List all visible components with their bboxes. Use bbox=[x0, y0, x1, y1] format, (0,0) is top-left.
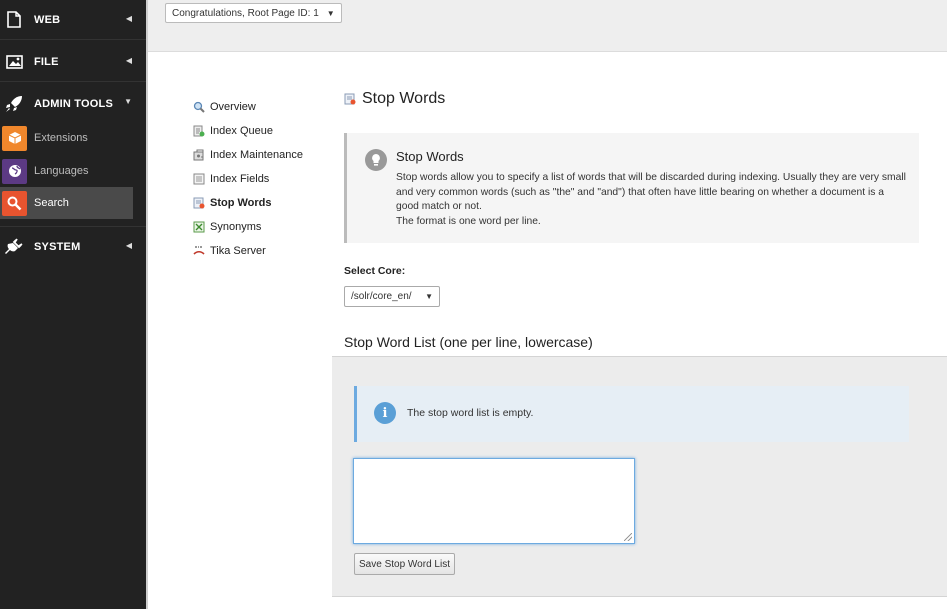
module-group-label: SYSTEM bbox=[34, 241, 80, 253]
resize-handle-icon[interactable] bbox=[624, 533, 632, 541]
subnav-item-overview[interactable]: Overview bbox=[193, 95, 303, 119]
subnav-item-tika-server[interactable]: Tika Server bbox=[193, 239, 303, 263]
empty-list-notice-text: The stop word list is empty. bbox=[407, 407, 533, 419]
module-label: Extensions bbox=[34, 132, 88, 144]
subnav-item-index-maintenance[interactable]: Index Maintenance bbox=[193, 143, 303, 167]
subnav-item-stop-words[interactable]: Stop Words bbox=[193, 191, 303, 215]
module-group-system[interactable]: SYSTEM ◀ bbox=[0, 226, 146, 266]
page-selector-value: Congratulations, Root Page ID: 1 bbox=[172, 8, 319, 19]
save-stop-word-list-button[interactable]: Save Stop Word List bbox=[354, 553, 455, 575]
stopwords-icon bbox=[193, 197, 205, 209]
empty-list-notice: i The stop word list is empty. bbox=[354, 386, 909, 442]
module-label: Languages bbox=[34, 165, 88, 177]
globe-icon bbox=[2, 159, 27, 184]
docheader: Congratulations, Root Page ID: 1 ▼ bbox=[148, 0, 947, 52]
select-core-label: Select Core: bbox=[344, 265, 405, 277]
info-icon: i bbox=[374, 402, 396, 424]
module-group-label: FILE bbox=[34, 56, 59, 68]
chevron-down-icon: ▼ bbox=[327, 9, 335, 18]
image-icon bbox=[5, 53, 23, 71]
info-callout-paragraph: The format is one word per line. bbox=[396, 215, 908, 230]
stop-word-list-heading: Stop Word List (one per line, lowercase) bbox=[344, 334, 593, 350]
subnav-item-index-queue[interactable]: Index Queue bbox=[193, 119, 303, 143]
module-languages[interactable]: Languages bbox=[0, 155, 133, 187]
info-callout-text: Stop words allow you to specify a list o… bbox=[396, 171, 908, 229]
module-label: Search bbox=[34, 197, 69, 209]
subnav-item-index-fields[interactable]: Index Fields bbox=[193, 167, 303, 191]
page-selector[interactable]: Congratulations, Root Page ID: 1 ▼ bbox=[165, 3, 342, 23]
module-search[interactable]: Search bbox=[0, 187, 133, 219]
subnav-label: Synonyms bbox=[210, 221, 261, 233]
subnav-label: Stop Words bbox=[210, 197, 272, 209]
search-icon bbox=[2, 191, 27, 216]
stop-word-list-panel: i The stop word list is empty. Save Stop… bbox=[332, 356, 947, 597]
page-title-text: Stop Words bbox=[362, 90, 445, 108]
core-select-value: /solr/core_en/ bbox=[351, 291, 412, 302]
module-extensions[interactable]: Extensions bbox=[0, 122, 133, 154]
synonyms-icon bbox=[193, 221, 205, 233]
box-icon bbox=[2, 126, 27, 151]
chevron-down-icon: ▼ bbox=[425, 292, 433, 301]
chevron-left-icon: ◀ bbox=[126, 241, 132, 250]
subnav-label: Index Maintenance bbox=[210, 149, 303, 161]
module-group-label: WEB bbox=[34, 14, 60, 26]
subnav-label: Overview bbox=[210, 101, 256, 113]
module-group-web[interactable]: WEB ◀ bbox=[0, 0, 146, 40]
maintenance-icon bbox=[193, 149, 205, 161]
chevron-left-icon: ◀ bbox=[126, 56, 132, 65]
solr-subnav: Overview Index Queue Index Maintenance I… bbox=[193, 95, 303, 263]
subnav-label: Index Queue bbox=[210, 125, 273, 137]
module-menu: WEB ◀ FILE ◀ ADMIN TOOLS ▼ Extensions La… bbox=[0, 0, 146, 609]
plug-icon bbox=[5, 238, 23, 256]
subnav-item-synonyms[interactable]: Synonyms bbox=[193, 215, 303, 239]
module-group-admin-tools[interactable]: ADMIN TOOLS ▼ bbox=[0, 84, 146, 124]
page-title: Stop Words bbox=[344, 90, 445, 108]
subnav-label: Tika Server bbox=[210, 245, 266, 257]
module-group-file[interactable]: FILE ◀ bbox=[0, 42, 146, 82]
info-callout-paragraph: Stop words allow you to specify a list o… bbox=[396, 171, 908, 215]
module-group-label: ADMIN TOOLS bbox=[34, 98, 113, 110]
document-icon bbox=[5, 11, 23, 29]
queue-icon bbox=[193, 125, 205, 137]
chevron-left-icon: ◀ bbox=[126, 14, 132, 23]
lightbulb-icon bbox=[365, 149, 387, 171]
chevron-down-icon: ▼ bbox=[124, 97, 132, 106]
magnifier-icon bbox=[193, 101, 205, 113]
stop-words-textarea[interactable] bbox=[353, 458, 635, 544]
stopwords-icon bbox=[344, 93, 356, 105]
tika-icon bbox=[193, 245, 205, 257]
core-select[interactable]: /solr/core_en/ ▼ bbox=[344, 286, 440, 307]
info-callout-title: Stop Words bbox=[396, 149, 464, 164]
fields-icon bbox=[193, 173, 205, 185]
sidebar-divider bbox=[146, 0, 148, 609]
rocket-icon bbox=[5, 95, 23, 113]
subnav-label: Index Fields bbox=[210, 173, 269, 185]
info-callout: Stop Words Stop words allow you to speci… bbox=[344, 133, 919, 243]
